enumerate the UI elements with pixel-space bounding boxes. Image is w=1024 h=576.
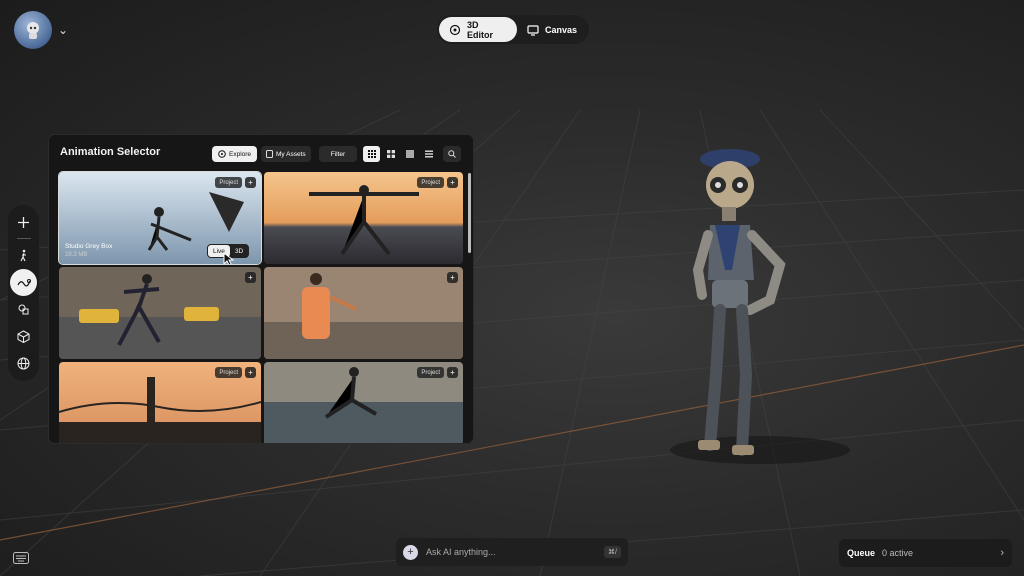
shapes-tool[interactable] — [10, 296, 37, 323]
robot-character[interactable] — [680, 145, 810, 465]
shortcut-hint: ⌘/ — [604, 546, 621, 558]
queue-label: Queue — [847, 548, 876, 558]
project-badge: Project — [215, 177, 242, 188]
animation-card[interactable]: Project + Studio Grey Box 28.3 MB Live 3… — [58, 171, 262, 265]
animation-card[interactable]: Project + — [59, 362, 261, 443]
list-icon — [424, 150, 433, 158]
mode-canvas[interactable]: Canvas — [517, 17, 587, 42]
animate-tool[interactable] — [10, 242, 37, 269]
filter-button[interactable]: Filter — [319, 146, 357, 162]
add-to-project-button[interactable]: + — [245, 367, 256, 378]
monitor-icon — [527, 24, 539, 36]
animation-card[interactable]: Project + — [264, 362, 463, 443]
file-icon — [266, 150, 273, 158]
avatar[interactable] — [14, 11, 52, 49]
animation-selector-panel: Animation Selector Explore My Assets Fil… — [48, 134, 474, 444]
mode-label: 3D Editor — [466, 19, 493, 40]
add-to-project-button[interactable]: + — [245, 272, 256, 283]
project-badge: Project — [417, 177, 444, 188]
motion-path-icon — [16, 278, 31, 287]
walking-person-icon — [20, 249, 26, 262]
card-badges: Project + — [417, 177, 458, 188]
card-thumbnail — [59, 267, 261, 359]
animation-card[interactable]: Project + — [264, 172, 463, 264]
user-menu[interactable]: ⌄ — [14, 11, 68, 49]
tab-label: My Assets — [276, 150, 306, 158]
view-large-button[interactable] — [401, 146, 418, 162]
ask-ai-bar[interactable]: + Ask AI anything... ⌘/ — [396, 538, 628, 566]
motion-path-tool[interactable] — [10, 269, 37, 296]
project-badge: Project — [215, 367, 242, 378]
toolbar-divider — [16, 238, 31, 239]
globe-icon — [17, 357, 30, 370]
project-badge: Project — [417, 367, 444, 378]
card-thumbnail — [264, 267, 463, 359]
queue-count: 0 active — [882, 548, 914, 558]
cube-target-icon — [449, 24, 461, 35]
compass-icon — [218, 150, 226, 158]
plus-icon — [18, 217, 29, 228]
add-to-project-button[interactable]: + — [245, 177, 256, 188]
environment-tool[interactable] — [10, 350, 37, 377]
keyboard-shortcuts-button[interactable] — [13, 551, 29, 569]
tab-my-assets[interactable]: My Assets — [261, 146, 311, 162]
mode-3d-editor[interactable]: 3D Editor — [439, 17, 517, 42]
object-tool[interactable] — [10, 323, 37, 350]
mode-label: Canvas — [544, 24, 577, 35]
card-badges: Project + — [215, 177, 256, 188]
view-grid-small-button[interactable] — [363, 146, 380, 162]
view-grid-button[interactable] — [382, 146, 399, 162]
ask-ai-plus-icon[interactable]: + — [403, 544, 418, 560]
cube-icon — [17, 330, 30, 343]
robot-avatar-icon — [27, 22, 39, 39]
animation-card[interactable]: + — [264, 267, 463, 359]
tab-label: Explore — [229, 150, 252, 158]
grid-small-icon — [367, 150, 376, 158]
search-button[interactable] — [443, 146, 461, 162]
left-toolbar — [8, 205, 39, 381]
panel-scrollbar[interactable] — [468, 173, 471, 253]
panel-title: Animation Selector — [60, 146, 161, 158]
card-badges: + — [447, 272, 458, 283]
shapes-icon — [18, 304, 29, 315]
add-to-project-button[interactable]: + — [447, 272, 458, 283]
cursor-icon — [223, 252, 235, 264]
add-to-project-button[interactable]: + — [447, 177, 458, 188]
view-toggle-group — [363, 146, 437, 162]
keyboard-icon — [13, 552, 29, 564]
card-badges: Project + — [215, 367, 256, 378]
square-icon — [405, 150, 414, 158]
add-to-project-button[interactable]: + — [447, 367, 458, 378]
card-size: 28.3 MB — [65, 252, 88, 258]
view-list-button[interactable] — [420, 146, 437, 162]
search-icon — [448, 150, 456, 158]
card-badges: Project + — [417, 367, 458, 378]
card-name: Studio Grey Box — [65, 243, 113, 250]
chevron-down-icon[interactable]: ⌄ — [58, 23, 68, 37]
ask-ai-input[interactable]: Ask AI anything... — [426, 547, 604, 557]
add-button[interactable] — [10, 209, 37, 236]
animation-card[interactable]: + — [59, 267, 261, 359]
tab-explore[interactable]: Explore — [212, 146, 258, 162]
queue-panel[interactable]: Queue 0 active › — [839, 539, 1012, 567]
mode-switch: 3D Editor Canvas — [437, 15, 589, 44]
grid-icon — [386, 150, 395, 158]
chevron-right-icon[interactable]: › — [1000, 547, 1004, 559]
card-badges: + — [245, 272, 256, 283]
